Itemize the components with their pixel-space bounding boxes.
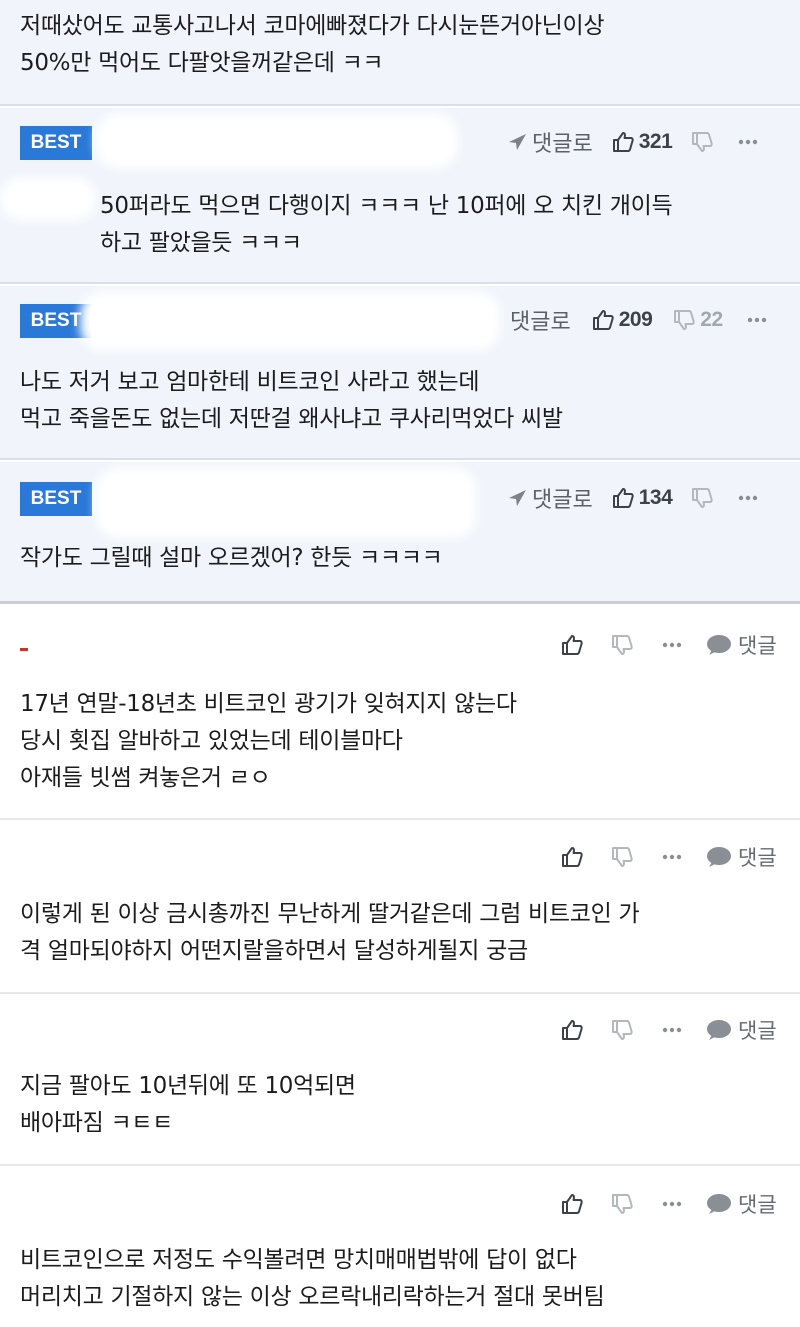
- comment-text: 비트코인으로 저정도 수익볼려면 망치매매법밖에 답이 없다 머리치고 기절하지…: [20, 1247, 605, 1310]
- more-dots-icon[interactable]: [662, 1027, 682, 1033]
- comment-actions: 댓글로 209 22: [506, 304, 767, 336]
- best-badge: BEST: [20, 126, 92, 160]
- thumbs-up-icon[interactable]: [560, 1018, 584, 1042]
- comment-actions: 댓글: [560, 630, 777, 660]
- like-count: 209: [618, 308, 653, 331]
- thumbs-up-icon[interactable]: [560, 633, 584, 657]
- reply-button[interactable]: 댓글: [738, 842, 777, 872]
- comment-divider: [0, 1164, 800, 1166]
- redacted-username: [96, 114, 458, 168]
- share-arrow-icon[interactable]: [506, 131, 528, 153]
- reply-button[interactable]: 댓글로: [510, 304, 571, 336]
- more-dots-icon[interactable]: [747, 317, 767, 323]
- avatar-fragment: [20, 648, 28, 651]
- best-comment-1: BEST 댓글로 321 50퍼라도 먹으면 다행이지 ㅋㅋㅋ 난 10퍼에 오…: [0, 108, 800, 284]
- more-dots-icon[interactable]: [738, 139, 758, 145]
- reply-button[interactable]: 댓글: [738, 1015, 777, 1045]
- redacted-text: [0, 178, 96, 220]
- thumbs-down-icon[interactable]: [610, 845, 634, 869]
- speech-bubble-icon[interactable]: [706, 634, 732, 656]
- comment-divider: [0, 818, 800, 820]
- redacted-username: [80, 292, 500, 350]
- comment-actions: 댓글: [560, 1015, 777, 1045]
- comment-divider: [0, 992, 800, 994]
- more-dots-icon[interactable]: [662, 642, 682, 648]
- reply-button[interactable]: 댓글: [738, 630, 777, 660]
- dislike-count: 22: [700, 308, 723, 331]
- reply-button[interactable]: 댓글로: [532, 126, 593, 158]
- more-dots-icon[interactable]: [738, 495, 758, 501]
- thumbs-up-icon[interactable]: [611, 486, 635, 510]
- comment-text: 나도 저거 보고 엄마한테 비트코인 사라고 했는데 먹고 죽을돈도 없는데 저…: [20, 369, 563, 432]
- thumbs-down-icon[interactable]: [672, 308, 696, 332]
- comment-text: 지금 팔아도 10년뒤에 또 10억되면 배아파짐 ㅋㅌㅌ: [20, 1073, 356, 1136]
- thumbs-up-icon[interactable]: [591, 308, 615, 332]
- thumbs-up-icon[interactable]: [560, 1192, 584, 1216]
- best-comment-2: BEST 댓글로 209 22 나도 저거 보고 엄마한테 비트코인 사라고 했…: [0, 286, 800, 460]
- comment-text: 이렇게 된 이상 금시총까진 무난하게 딸거같은데 그럼 비트코인 가 격 얼마…: [20, 901, 640, 964]
- thumbs-down-icon[interactable]: [690, 130, 714, 154]
- share-arrow-icon[interactable]: [506, 487, 528, 509]
- speech-bubble-icon[interactable]: [706, 1019, 732, 1041]
- more-dots-icon[interactable]: [662, 1201, 682, 1207]
- thumbs-down-icon[interactable]: [690, 486, 714, 510]
- comment-actions: 댓글로 321: [506, 126, 758, 158]
- reply-button[interactable]: 댓글로: [532, 482, 593, 514]
- like-count: 321: [638, 130, 673, 153]
- comment-text: 저때샀어도 교통사고나서 코마에빠졌다가 다시눈뜬거아닌이상 50%만 먹어도 …: [20, 13, 605, 76]
- top-comment: 저때샀어도 교통사고나서 코마에빠졌다가 다시눈뜬거아닌이상 50%만 먹어도 …: [0, 0, 800, 106]
- redacted-username: [96, 468, 476, 538]
- thumbs-down-icon[interactable]: [610, 1018, 634, 1042]
- like-count: 134: [638, 486, 673, 509]
- comment-actions: 댓글: [560, 842, 777, 872]
- comment-actions: 댓글로 134: [506, 482, 758, 514]
- thumbs-down-icon[interactable]: [610, 1192, 634, 1216]
- thumbs-down-icon[interactable]: [610, 633, 634, 657]
- comment-actions: 댓글: [560, 1189, 777, 1219]
- speech-bubble-icon[interactable]: [706, 1193, 732, 1215]
- comment-text: 17년 연말-18년초 비트코인 광기가 잊혀지지 않는다 당시 횟집 알바하고…: [20, 691, 517, 791]
- thumbs-up-icon[interactable]: [611, 130, 635, 154]
- best-badge: BEST: [20, 482, 92, 516]
- best-comment-3: BEST 댓글로 134 작가도 그릴때 설마 오르겠어? 한듯 ㅋㅋㅋㅋ: [0, 462, 800, 604]
- reply-button[interactable]: 댓글: [738, 1189, 777, 1219]
- thumbs-up-icon[interactable]: [560, 845, 584, 869]
- speech-bubble-icon[interactable]: [706, 846, 732, 868]
- comment-text: 작가도 그릴때 설마 오르겠어? 한듯 ㅋㅋㅋㅋ: [20, 545, 443, 571]
- more-dots-icon[interactable]: [662, 854, 682, 860]
- comment-text: 50퍼라도 먹으면 다행이지 ㅋㅋㅋ 난 10퍼에 오 치킨 개이득 하고 팔았…: [100, 193, 673, 256]
